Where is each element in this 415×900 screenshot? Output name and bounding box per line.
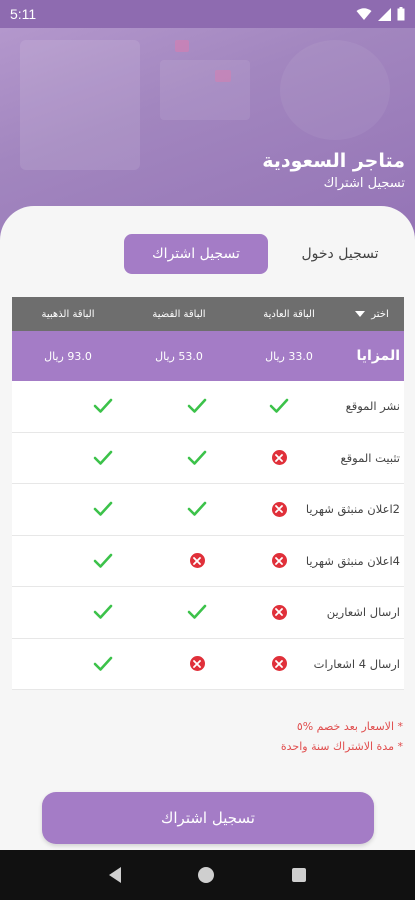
column-header: الباقة العادية xyxy=(263,308,315,320)
banner-decoration xyxy=(20,40,140,170)
features-label: المزايا xyxy=(356,348,400,364)
status-icons xyxy=(356,7,405,21)
feature-label: نشر الموقع xyxy=(345,399,400,414)
banner-decoration xyxy=(175,40,189,52)
home-icon[interactable] xyxy=(198,867,215,883)
feature-cell xyxy=(244,656,314,672)
feature-cell xyxy=(150,501,244,517)
select-label: اختر xyxy=(371,308,389,320)
banner-decoration xyxy=(215,70,231,82)
price-cell: 33.0 ريال xyxy=(265,349,313,363)
column-header: الباقة الذهبية xyxy=(41,308,95,320)
wifi-icon xyxy=(356,7,372,20)
feature-cell xyxy=(56,450,150,466)
table-row: ارسال 4 اشعارات xyxy=(12,638,404,690)
feature-cell xyxy=(150,398,244,414)
feature-cell xyxy=(150,604,244,620)
cross-icon xyxy=(271,501,287,517)
note-text: * مدة الاشتراك سنة واحدة xyxy=(280,740,403,753)
feature-cell xyxy=(56,656,150,672)
feature-cell xyxy=(56,604,150,620)
feature-cell xyxy=(150,450,244,466)
status-bar: 5:11 xyxy=(0,0,415,28)
check-icon xyxy=(93,501,113,517)
check-icon xyxy=(93,553,113,568)
tab-register[interactable]: تسجيل اشتراك xyxy=(124,234,268,274)
price-cell: 53.0 ريال xyxy=(155,349,203,363)
check-icon xyxy=(93,398,113,414)
cross-icon xyxy=(189,553,205,569)
plan-select-dropdown[interactable]: اختر xyxy=(344,309,404,320)
feature-cell xyxy=(244,553,314,569)
chevron-down-icon xyxy=(355,311,366,317)
table-row: 4اعلان منبثق شهريا xyxy=(12,535,404,587)
price-row: المزايا 33.0 ريال 53.0 ريال 93.0 ريال xyxy=(12,331,404,381)
feature-cell xyxy=(150,656,244,672)
feature-label: ارسال 4 اشعارات xyxy=(313,656,400,671)
feature-cell xyxy=(244,604,314,620)
note-text: * الاسعار بعد خصم %٥ xyxy=(296,720,403,733)
check-icon xyxy=(187,604,207,620)
feature-label: ارسال اشعارين xyxy=(326,605,400,620)
tab-login[interactable]: تسجيل دخول xyxy=(290,234,390,274)
cross-icon xyxy=(271,450,287,466)
feature-cell xyxy=(244,450,314,466)
page-title: متاجر السعودية xyxy=(262,150,405,172)
content-card: تسجيل اشتراك تسجيل دخول اختر الباقة العا… xyxy=(0,206,415,850)
table-row: نشر الموقع xyxy=(12,381,404,433)
cross-icon xyxy=(271,604,287,620)
cross-icon xyxy=(271,656,287,672)
check-icon xyxy=(187,398,207,414)
cross-icon xyxy=(271,553,287,569)
check-icon xyxy=(93,604,113,620)
status-time: 5:11 xyxy=(10,6,37,22)
column-header: الباقة الفضية xyxy=(152,308,206,320)
feature-rows: نشر الموقع تثبيت الموقع 2اعلان منبثق شهريا… xyxy=(12,381,404,690)
battery-icon xyxy=(397,7,405,21)
feature-cell xyxy=(56,398,150,414)
table-header: اختر الباقة العادية الباقة الفضية الباقة… xyxy=(12,297,404,331)
check-icon xyxy=(187,501,207,517)
check-icon xyxy=(93,450,113,465)
feature-cell xyxy=(244,501,314,517)
plans-table: اختر الباقة العادية الباقة الفضية الباقة… xyxy=(12,297,404,690)
navigation-bar xyxy=(0,850,415,900)
table-row: ارسال اشعارين xyxy=(12,587,404,639)
signal-icon xyxy=(378,7,391,21)
feature-cell xyxy=(56,501,150,517)
feature-label: تثبيت الموقع xyxy=(340,450,400,465)
subscribe-button[interactable]: تسجيل اشتراك xyxy=(42,792,374,844)
table-row: 2اعلان منبثق شهريا xyxy=(12,484,404,536)
recent-apps-icon[interactable] xyxy=(292,868,307,882)
check-icon xyxy=(187,450,207,465)
feature-cell xyxy=(150,553,244,569)
price-cell: 93.0 ريال xyxy=(44,349,92,363)
notes: * الاسعار بعد خصم %٥ * مدة الاشتراك سنة … xyxy=(281,717,403,757)
check-icon xyxy=(93,656,113,671)
auth-tabs: تسجيل اشتراك تسجيل دخول xyxy=(0,234,415,274)
cross-icon xyxy=(189,656,205,672)
feature-label: 4اعلان منبثق شهريا xyxy=(305,553,400,568)
check-icon xyxy=(269,398,289,414)
page-subtitle: تسجيل اشتراك xyxy=(323,176,405,191)
table-row: تثبيت الموقع xyxy=(12,432,404,484)
feature-label: 2اعلان منبثق شهريا xyxy=(305,502,400,517)
feature-cell xyxy=(244,398,314,414)
banner-decoration xyxy=(160,60,250,120)
banner-decoration xyxy=(280,40,390,140)
feature-cell xyxy=(56,553,150,569)
back-icon[interactable] xyxy=(108,867,121,883)
